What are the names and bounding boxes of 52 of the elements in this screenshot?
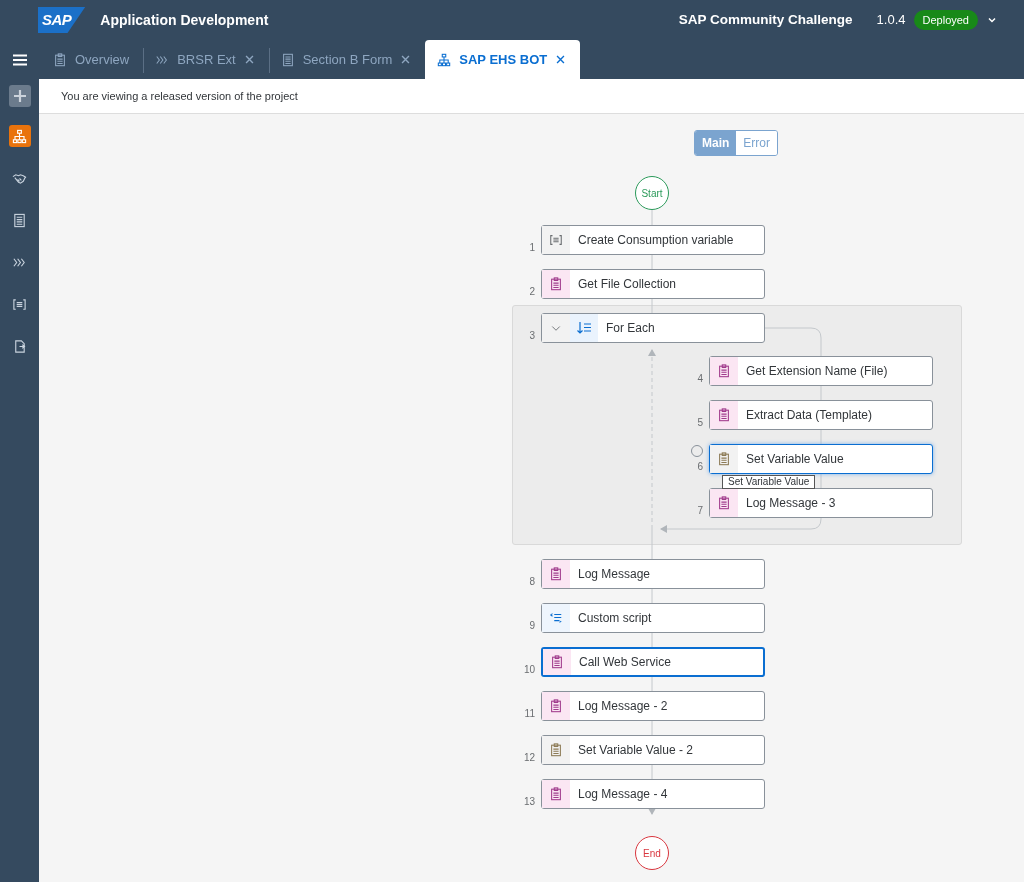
step-number: 5 (696, 416, 703, 430)
flow-step[interactable]: Get Extension Name (File) (709, 356, 933, 386)
app-title: Application Development (100, 10, 269, 30)
step-number: 4 (696, 372, 703, 386)
step-number: 12 (522, 751, 535, 765)
status-badge: Deployed (913, 9, 978, 31)
project-name: SAP Community Challenge (678, 10, 853, 29)
flow-step[interactable]: Log Message - 3 (709, 488, 933, 518)
step-label: For Each (605, 320, 655, 337)
step-number: 13 (522, 795, 535, 809)
step-number: 10 (522, 663, 535, 677)
step-label: Set Variable Value - 2 (577, 742, 693, 759)
step-label: Log Message - 4 (577, 786, 668, 803)
version-label: 1.0.4 (876, 11, 906, 30)
step-label: Extract Data (Template) (745, 407, 873, 424)
step-number: 11 (523, 707, 535, 721)
step-number: 7 (696, 504, 703, 518)
tab[interactable]: SAP EHS BOT (425, 40, 581, 79)
step-number: 2 (528, 285, 535, 299)
step-label: Set Variable Value (745, 451, 844, 468)
step-number: 6 (696, 460, 703, 474)
step-label: Log Message - 3 (745, 495, 836, 512)
flow-step[interactable]: Custom script (541, 603, 765, 633)
step-label: Get Extension Name (File) (745, 363, 888, 380)
flow-step[interactable]: Log Message (541, 559, 765, 589)
flow-step[interactable]: Set Variable Value - 2 (541, 735, 765, 765)
tab[interactable]: Section B Form (268, 40, 426, 79)
flow-step[interactable]: Set Variable Value (709, 444, 933, 474)
tab[interactable]: BRSR Ext (143, 40, 269, 79)
tooltip: Set Variable Value (722, 475, 816, 489)
step-number: 3 (528, 329, 535, 343)
step-label: Get File Collection (577, 276, 677, 293)
info-message: You are viewing a released version of the project (61, 88, 298, 104)
flow-step[interactable]: Call Web Service (541, 647, 765, 677)
step-label: Call Web Service (578, 654, 671, 671)
start-node: Start (635, 176, 669, 210)
end-node: End (635, 836, 669, 870)
step-label: Create Consumption variable (577, 232, 734, 249)
flow-step[interactable]: Get File Collection (541, 269, 765, 299)
flow-step[interactable]: Log Message - 2 (541, 691, 765, 721)
flow-step[interactable]: Log Message - 4 (541, 779, 765, 809)
step-label: Log Message - 2 (577, 698, 668, 715)
step-number: 8 (528, 575, 535, 589)
flow-step[interactable]: Create Consumption variable (541, 225, 765, 255)
step-number: 9 (528, 619, 535, 633)
logo: SAP (38, 6, 86, 34)
step-label: Custom script (577, 610, 652, 627)
flow-step[interactable]: For Each (541, 313, 765, 343)
tab[interactable]: Overview (41, 40, 144, 79)
flow-step[interactable]: Extract Data (Template) (709, 400, 933, 430)
step-label: Log Message (577, 566, 651, 583)
step-number: 1 (528, 241, 535, 255)
